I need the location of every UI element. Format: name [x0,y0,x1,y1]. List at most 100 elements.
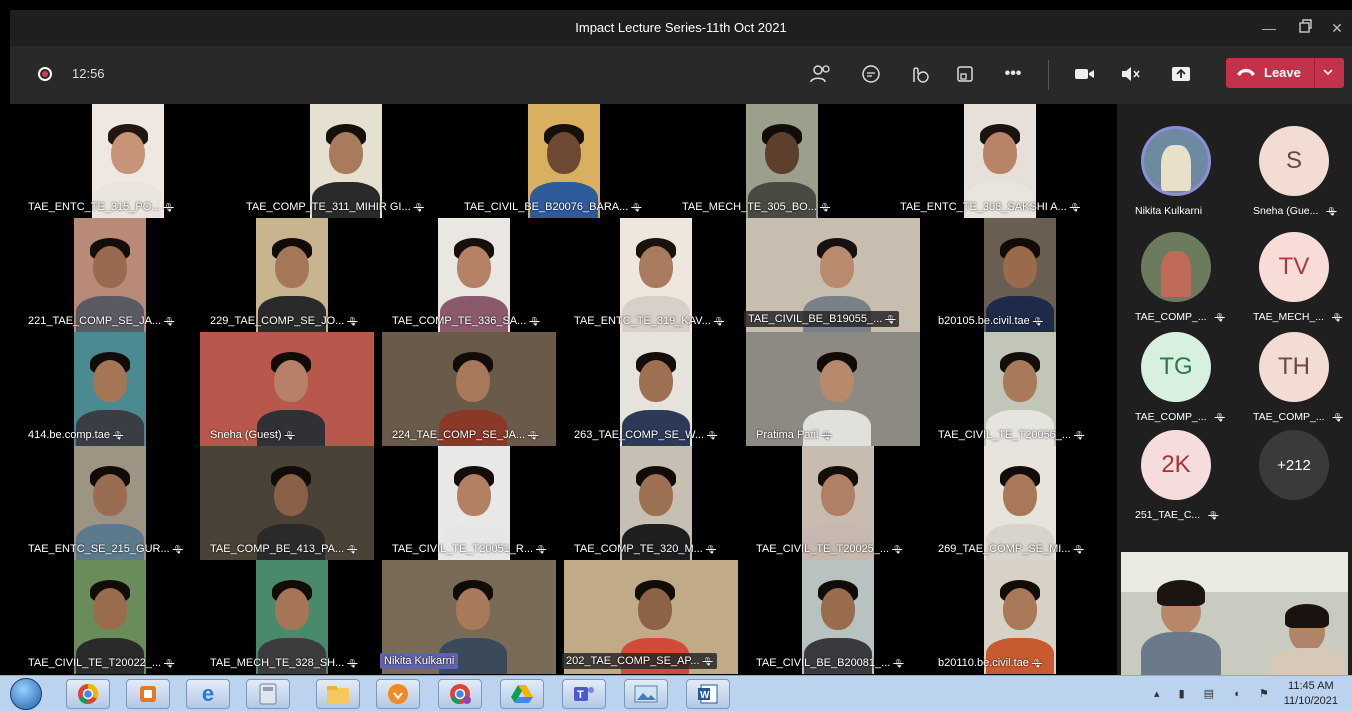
word-icon[interactable]: W [686,679,730,709]
participant-tile[interactable]: TAE_COMP_TE_320_M... 🎙︎ [556,446,738,560]
participant-tile[interactable]: TAE_CIVIL_BE_B20076_BARA... 🎙︎ [446,104,664,218]
chevron-down-icon[interactable] [1322,66,1334,81]
participant-tile[interactable]: 202_TAE_COMP_SE_AP... 🎙︎ [556,560,738,674]
participant-tile[interactable]: TAE_CIVIL_TE_T20025_... 🎙︎ [738,446,920,560]
participant-tile[interactable]: TAE_MECH_TE_328_SH... 🎙︎ [192,560,374,674]
avatar-name: TAE_COMP_... 🎙︎ [1135,311,1225,323]
participant-name: TAE_MECH_TE_305_BO... 🎙︎ [682,201,831,213]
participant-tile[interactable]: b20105.be.civil.tae 🎙︎ [920,218,1102,332]
participant-tile[interactable]: Nikita Kulkarni [374,560,556,674]
participant-avatar[interactable] [1141,232,1211,302]
mic-muted-icon: 🎙︎ [893,659,904,668]
mic-muted-icon: 🎙︎ [892,545,903,554]
participant-tile[interactable]: TAE_COMP_TE_336_SA... 🎙︎ [374,218,556,332]
participant-name: Nikita Kulkarni [380,653,459,669]
more-options-icon[interactable]: ••• [998,60,1028,88]
participant-avatar[interactable]: TH [1259,332,1329,402]
participant-tile[interactable]: Sneha (Guest) 🎙︎ [192,332,374,446]
mic-muted-icon: 🎙︎ [164,317,175,326]
file-explorer-icon[interactable] [316,679,360,709]
chat-icon[interactable] [856,60,886,88]
brave-browser-icon[interactable] [376,679,420,709]
close-icon[interactable]: ✕ [1322,14,1352,42]
chrome-icon[interactable] [66,679,110,709]
participant-avatar[interactable] [1141,126,1211,196]
participant-name: TAE_CIVIL_TE_T20022_... 🎙︎ [28,657,175,669]
mic-muted-icon: 🎙︎ [707,431,718,440]
participant-name: TAE_CIVIL_BE_B20076_BARA... 🎙︎ [464,201,642,213]
share-screen-icon[interactable] [1166,60,1196,88]
avatar-name: 251_TAE_C... 🎙︎ [1135,509,1219,521]
participant-tile[interactable]: Pratima Patil 🎙︎ [738,332,920,446]
clock-time: 11:45 AM [1288,680,1334,692]
participant-tile[interactable]: TAE_COMP_TE_311_MIHIR GI... 🎙︎ [228,104,446,218]
participant-name: TAE_CIVIL_BE_B20081_... 🎙︎ [756,657,904,669]
participant-name: TAE_CIVIL_TE_T20051_R... 🎙︎ [392,543,547,555]
participant-avatar[interactable]: 2K [1141,430,1211,500]
mic-muted-icon: 🎙︎ [1332,313,1343,322]
participant-tile[interactable]: TAE_ENTC_TE_319_KAV... 🎙︎ [556,218,738,332]
mic-muted-icon: 🎙︎ [1074,431,1085,440]
photos-icon[interactable] [624,679,668,709]
participant-tile[interactable]: TAE_CIVIL_TE_T20056_... 🎙︎ [920,332,1102,446]
maximize-icon[interactable] [1290,14,1320,42]
taskbar-clock[interactable]: 11:45 AM 11/10/2021 [1284,679,1338,709]
leave-button[interactable]: Leave [1226,58,1344,88]
google-drive-icon[interactable] [500,679,544,709]
windows-taskbar: e T W ▴ ▮ ▤ ◖ ⚑ 11:45 AM 11/10/2021 [0,675,1352,711]
participant-tile[interactable]: TAE_MECH_TE_305_BO... 🎙︎ [664,104,882,218]
mute-icon[interactable] [1116,60,1146,88]
participant-name: 221_TAE_COMP_SE_JA... 🎙︎ [28,315,175,327]
participant-avatar[interactable]: S [1259,126,1329,196]
mic-muted-icon: 🎙︎ [284,431,295,440]
mic-muted-icon: 🎙︎ [112,431,124,440]
participant-tile[interactable]: TAE_CIVIL_TE_T20051_R... 🎙︎ [374,446,556,560]
participant-tile[interactable]: TAE_CIVIL_BE_B20081_... 🎙︎ [738,560,920,674]
participant-tile[interactable]: 269_TAE_COMP_SE_MI... 🎙︎ [920,446,1102,560]
participant-tile[interactable]: TAE_ENTC_TE_315_PO... 🎙︎ [10,104,228,218]
participant-name: TAE_MECH_TE_328_SH... 🎙︎ [210,657,358,669]
mic-muted-icon: 🎙︎ [1208,511,1219,520]
media-player-icon[interactable] [126,679,170,709]
internet-explorer-icon[interactable]: e [186,679,230,709]
system-tray-icons[interactable]: ▴ ▮ ▤ ◖ ⚑ [1154,687,1277,700]
mic-muted-icon: 🎙︎ [347,659,358,668]
participant-tile[interactable]: 414.be.comp.tae 🎙︎ [10,332,192,446]
start-button-icon[interactable] [10,678,42,710]
avatar-initials: TV [1278,253,1310,280]
reactions-icon[interactable] [904,60,934,88]
participant-avatar[interactable]: TG [1141,332,1211,402]
participant-name: b20105.be.civil.tae 🎙︎ [938,315,1043,327]
mic-muted-icon: 🎙︎ [819,203,831,212]
participant-tile[interactable]: b20110.be.civil.tae 🎙︎ [920,560,1102,674]
avatar-initials: TG [1159,353,1193,380]
participant-name: TAE_CIVIL_TE_T20025_... 🎙︎ [756,543,903,555]
participant-tile[interactable]: TAE_CIVIL_BE_B19055_... 🎙︎ [738,218,920,332]
mic-muted-icon: 🎙︎ [1214,313,1225,322]
participant-tile[interactable]: 263_TAE_COMP_SE_W... 🎙︎ [556,332,738,446]
mic-muted-icon: 🎙︎ [1032,317,1043,326]
camera-icon[interactable] [1070,60,1100,88]
participant-name: 269_TAE_COMP_SE_MI... 🎙︎ [938,543,1084,555]
more-participants-button[interactable]: +212 [1259,430,1329,500]
participant-tile[interactable]: TAE_COMP_BE_413_PA... 🎙︎ [192,446,374,560]
participant-tile[interactable]: 221_TAE_COMP_SE_JA... 🎙︎ [10,218,192,332]
participant-tile[interactable]: 229_TAE_COMP_SE_JO... 🎙︎ [192,218,374,332]
participant-tile[interactable]: TAE_ENTC_SE_215_GUR... 🎙︎ [10,446,192,560]
participant-avatar[interactable]: TV [1259,232,1329,302]
mic-muted-icon: 🎙︎ [347,317,358,326]
rooms-icon[interactable] [950,60,980,88]
participants-icon[interactable] [806,60,836,88]
mic-muted-icon: 🎙︎ [821,431,832,440]
participant-name: TAE_COMP_TE_336_SA... 🎙︎ [392,315,540,327]
teams-icon[interactable]: T [562,679,606,709]
calculator-icon[interactable] [246,679,290,709]
participant-tile[interactable]: TAE_ENTC_TE_308_SAKSHI A... 🎙︎ [882,104,1100,218]
chrome-profile-icon[interactable] [438,679,482,709]
phone-hangup-icon [1236,66,1256,81]
participant-tile[interactable]: TAE_CIVIL_TE_T20022_... 🎙︎ [10,560,192,674]
minimize-icon[interactable]: — [1254,14,1284,42]
participant-tile[interactable]: 224_TAE_COMP_SE_JA... 🎙︎ [374,332,556,446]
participant-name: TAE_COMP_TE_311_MIHIR GI... 🎙︎ [246,201,424,213]
avatar-photo [1161,145,1191,191]
